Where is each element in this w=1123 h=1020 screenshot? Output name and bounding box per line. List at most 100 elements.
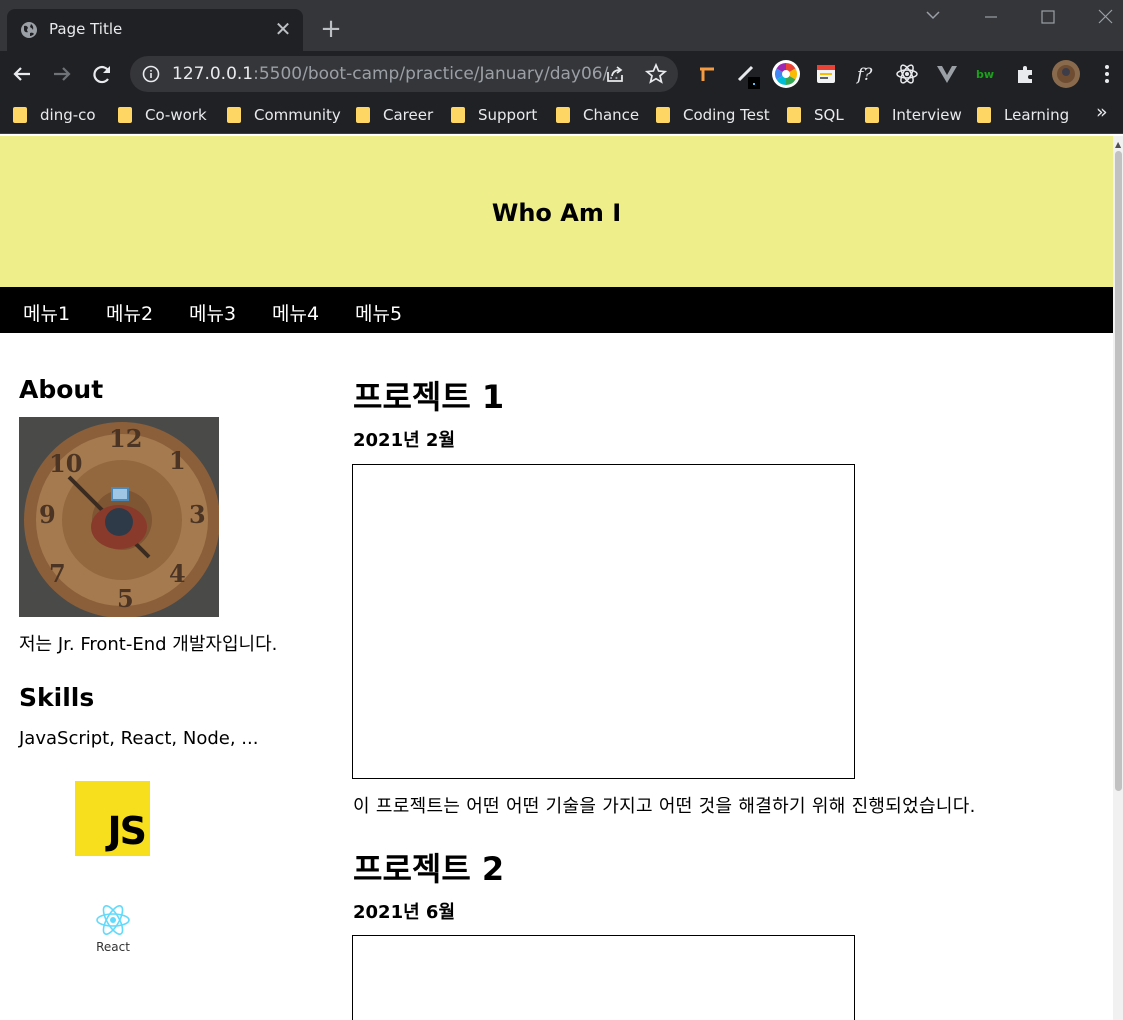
folder-icon — [13, 107, 27, 123]
calendar-extension-icon[interactable] — [811, 59, 841, 89]
bookmark-folder-ding-co[interactable]: ding-co — [0, 103, 96, 127]
project-1-title: 프로젝트 1 — [353, 378, 505, 416]
bookmark-folder-interview[interactable]: Interview — [852, 103, 962, 127]
site-nav: 메뉴1 메뉴2 메뉴3 메뉴4 메뉴5 — [0, 287, 1113, 333]
reload-icon[interactable] — [88, 60, 116, 88]
bookmark-star-icon[interactable] — [644, 62, 668, 86]
new-tab-icon[interactable]: + — [318, 16, 344, 42]
folder-icon — [787, 107, 801, 123]
vue-devtools-icon[interactable] — [932, 59, 962, 89]
extension-pen-icon[interactable] — [732, 59, 762, 89]
extensions-puzzle-icon[interactable] — [1011, 59, 1041, 89]
svg-text:f?: f? — [855, 65, 873, 85]
nav-item-3[interactable]: 메뉴3 — [189, 299, 236, 326]
folder-icon — [556, 107, 570, 123]
svg-text:bw: bw — [976, 68, 994, 81]
skills-heading: Skills — [19, 683, 95, 712]
folder-icon — [118, 107, 132, 123]
bookmark-label: Learning — [1004, 106, 1070, 124]
bookmark-folder-support[interactable]: Support — [438, 103, 537, 127]
svg-text:7: 7 — [49, 559, 66, 588]
bookmarks-bar: ding-co Co-work Community Career Support… — [0, 97, 1123, 134]
page-scrollbar[interactable]: ▲ — [1113, 136, 1123, 1020]
profile-avatar[interactable] — [1051, 59, 1081, 89]
svg-text:3: 3 — [189, 500, 206, 529]
menu-kebab-icon[interactable] — [1092, 59, 1122, 89]
svg-text:4: 4 — [169, 559, 186, 588]
bookmark-label: Chance — [583, 106, 640, 124]
bookmark-label: ding-co — [40, 106, 96, 124]
page-viewport: Who Am I 메뉴1 메뉴2 메뉴3 메뉴4 메뉴5 About 12 1 3 … — [0, 136, 1113, 1020]
url-path: :5500/boot-camp/practice/January/day06/.… — [253, 64, 625, 84]
share-icon[interactable] — [604, 63, 626, 85]
project-1-description: 이 프로젝트는 어떤 어떤 기술을 가지고 어떤 것을 해결하기 위해 진행되었… — [353, 796, 976, 817]
svg-text:9: 9 — [39, 500, 56, 529]
svg-text:1: 1 — [169, 446, 186, 475]
bookmark-label: Interview — [892, 106, 962, 124]
tab-search-icon[interactable] — [910, 4, 956, 30]
bookmark-folder-chance[interactable]: Chance — [543, 103, 639, 127]
more-bookmarks-chevron[interactable]: » — [1096, 101, 1108, 123]
bookmark-folder-community[interactable]: Community — [214, 103, 341, 127]
bookmark-label: Community — [254, 106, 341, 124]
project-2-title: 프로젝트 2 — [353, 850, 505, 888]
svg-text:5: 5 — [117, 584, 134, 613]
folder-icon — [977, 107, 991, 123]
nav-item-4[interactable]: 메뉴4 — [272, 299, 319, 326]
bookmark-folder-learning[interactable]: Learning — [964, 103, 1069, 127]
javascript-logo-text: JS — [107, 809, 146, 853]
project-2-date: 2021년 6월 — [353, 902, 456, 923]
color-picker-icon[interactable] — [771, 59, 801, 89]
extension-bw-icon[interactable]: bw — [971, 59, 1001, 89]
nav-item-5[interactable]: 메뉴5 — [355, 299, 402, 326]
browser-window: Page Title ✕ + 127.0.0.1:5500/boot-camp/… — [0, 0, 1123, 1020]
url-text[interactable]: 127.0.0.1:5500/boot-camp/practice/Januar… — [172, 64, 625, 84]
nav-item-2[interactable]: 메뉴2 — [106, 299, 153, 326]
site-header: Who Am I — [0, 136, 1113, 287]
bookmark-label: Career — [383, 106, 434, 124]
bookmark-label: Support — [478, 106, 538, 124]
react-atom-icon — [96, 905, 130, 935]
globe-icon — [21, 22, 37, 38]
skills-text: JavaScript, React, Node, ... — [19, 728, 259, 749]
browser-tab[interactable]: Page Title ✕ — [7, 9, 303, 51]
react-devtools-icon[interactable] — [892, 59, 922, 89]
svg-text:10: 10 — [49, 449, 82, 478]
react-logo: React — [84, 902, 142, 958]
back-icon[interactable] — [8, 60, 36, 88]
forward-icon[interactable] — [48, 60, 76, 88]
font-finder-icon[interactable]: f? — [851, 59, 881, 89]
project-1-image — [352, 464, 855, 779]
address-bar[interactable]: 127.0.0.1:5500/boot-camp/practice/Januar… — [130, 56, 678, 92]
bookmark-label: Coding Test — [683, 106, 770, 124]
close-window-icon[interactable] — [1082, 4, 1123, 30]
svg-text:12: 12 — [109, 424, 142, 453]
folder-icon — [227, 107, 241, 123]
tab-strip: Page Title ✕ + — [0, 0, 1123, 51]
extension-t-icon[interactable] — [692, 59, 722, 89]
url-host: 127.0.0.1 — [172, 64, 254, 84]
folder-icon — [356, 107, 370, 123]
bookmark-folder-co-work[interactable]: Co-work — [105, 103, 207, 127]
scrollbar-thumb[interactable] — [1115, 151, 1122, 791]
project-2-image — [352, 935, 855, 1020]
tab-title: Page Title — [49, 20, 123, 38]
profile-photo: 12 13 4 5 7 9 10 — [19, 417, 219, 617]
bookmark-label: SQL — [814, 106, 844, 124]
react-logo-caption: React — [96, 940, 130, 954]
scroll-up-arrow-icon[interactable]: ▲ — [1115, 140, 1121, 149]
close-tab-icon[interactable]: ✕ — [272, 18, 294, 40]
minimize-icon[interactable] — [968, 4, 1014, 30]
bookmark-folder-career[interactable]: Career — [343, 103, 433, 127]
maximize-icon[interactable] — [1025, 4, 1071, 30]
project-1-date: 2021년 2월 — [353, 430, 456, 451]
info-icon[interactable] — [142, 65, 160, 83]
bookmark-folder-sql[interactable]: SQL — [774, 103, 844, 127]
folder-icon — [656, 107, 670, 123]
bookmark-label: Co-work — [145, 106, 207, 124]
browser-toolbar: 127.0.0.1:5500/boot-camp/practice/Januar… — [0, 51, 1123, 97]
bookmark-folder-coding-test[interactable]: Coding Test — [643, 103, 770, 127]
nav-item-1[interactable]: 메뉴1 — [23, 299, 70, 326]
folder-icon — [865, 107, 879, 123]
about-heading: About — [19, 375, 104, 404]
